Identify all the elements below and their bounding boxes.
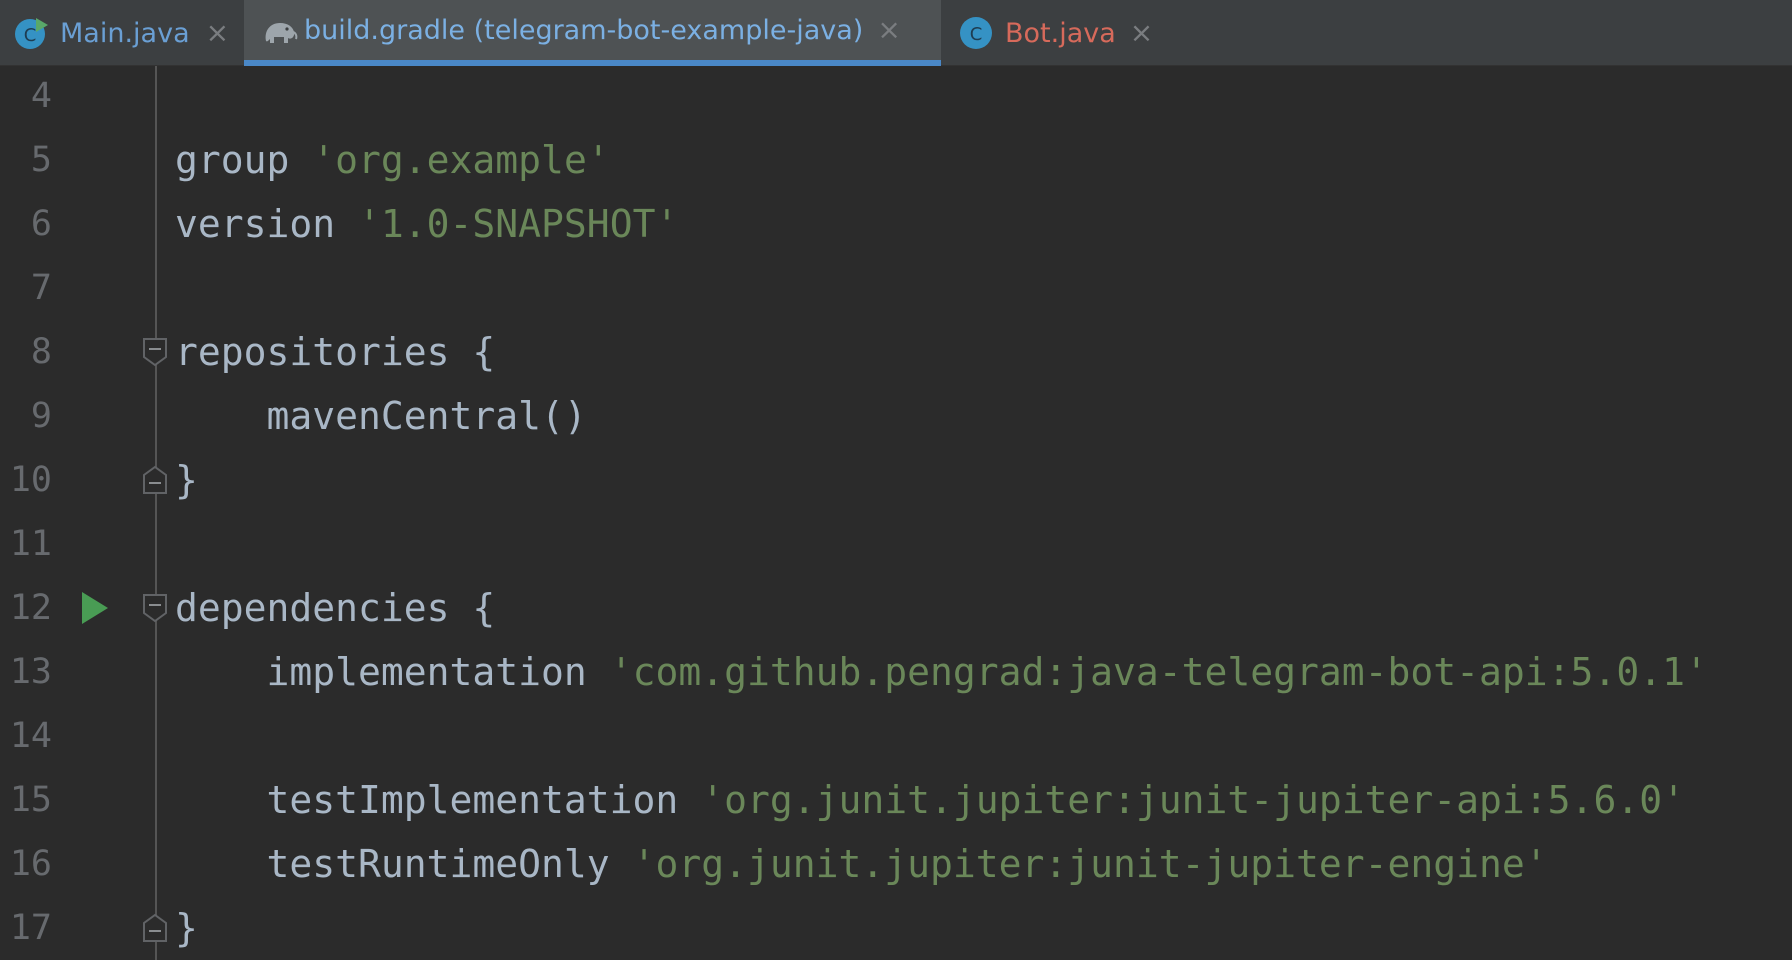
line-number: 12 (9, 588, 52, 628)
code-string: 'org.example' (312, 138, 610, 182)
code-line: 4 (0, 64, 1792, 128)
code-string: 'com.github.pengrad:java-telegram-bot-ap… (609, 650, 1708, 694)
code-line: 17 } (0, 896, 1792, 960)
run-gutter-icon[interactable] (80, 590, 110, 626)
fold-toggle-icon[interactable] (142, 593, 168, 623)
code-text: mavenCentral() (175, 384, 587, 448)
tab-label: build.gradle (telegram-bot-example-java) (304, 14, 864, 46)
svg-text:C: C (24, 25, 37, 46)
line-number: 13 (9, 652, 52, 692)
line-number: 5 (30, 140, 52, 180)
tab-label: Main.java (60, 17, 190, 49)
line-number: 11 (9, 524, 52, 564)
code-identifier: group (175, 138, 313, 182)
code-line: 15 testImplementation 'org.junit.jupiter… (0, 768, 1792, 832)
line-number: 6 (30, 204, 52, 244)
line-number: 16 (9, 844, 52, 884)
code-identifier: } (175, 906, 198, 950)
code-editor[interactable]: 4 5 group 'org.example' 6 version '1.0-S… (0, 66, 1792, 960)
code-text: } (175, 896, 198, 960)
fold-end-icon[interactable] (142, 913, 168, 943)
tab-bot-java[interactable]: C Bot.java × (941, 0, 1181, 66)
code-line: 5 group 'org.example' (0, 128, 1792, 192)
fold-end-icon[interactable] (142, 465, 168, 495)
code-line: 7 (0, 256, 1792, 320)
code-line: 12 dependencies { (0, 576, 1792, 640)
code-line: 8 repositories { (0, 320, 1792, 384)
code-text: repositories { (175, 320, 495, 384)
code-identifier: version (175, 202, 359, 246)
code-text: dependencies { (175, 576, 495, 640)
line-number: 9 (30, 396, 52, 436)
code-text: testImplementation 'org.junit.jupiter:ju… (175, 768, 1685, 832)
line-number: 4 (30, 76, 52, 116)
code-line: 6 version '1.0-SNAPSHOT' (0, 192, 1792, 256)
tab-main-java[interactable]: C Main.java × (0, 0, 244, 66)
fold-toggle-icon[interactable] (142, 337, 168, 367)
line-number: 7 (30, 268, 52, 308)
code-line: 10 } (0, 448, 1792, 512)
line-number: 17 (9, 908, 52, 948)
code-line: 13 implementation 'com.github.pengrad:ja… (0, 640, 1792, 704)
code-line: 16 testRuntimeOnly 'org.junit.jupiter:ju… (0, 832, 1792, 896)
code-text: implementation 'com.github.pengrad:java-… (175, 640, 1708, 704)
code-string: 'org.junit.jupiter:junit-jupiter-engine' (632, 842, 1548, 886)
code-identifier: dependencies { (175, 586, 496, 630)
code-line: 14 (0, 704, 1792, 768)
line-number: 8 (30, 332, 52, 372)
gradle-elephant-icon (260, 13, 298, 47)
code-text: version '1.0-SNAPSHOT' (175, 192, 678, 256)
code-string: '1.0-SNAPSHOT' (358, 202, 679, 246)
code-string: 'org.junit.jupiter:junit-jupiter-api:5.6… (701, 778, 1685, 822)
tab-label: Bot.java (1005, 17, 1116, 49)
java-class-icon: C (959, 16, 993, 50)
line-number: 15 (9, 780, 52, 820)
code-identifier: testImplementation (175, 778, 702, 822)
close-icon[interactable]: × (206, 19, 229, 47)
tab-build-gradle[interactable]: build.gradle (telegram-bot-example-java)… (244, 0, 941, 66)
code-line: 11 (0, 512, 1792, 576)
code-identifier: testRuntimeOnly (175, 842, 633, 886)
java-class-runnable-icon: C (14, 16, 48, 50)
code-text: } (175, 448, 198, 512)
code-identifier: } (175, 458, 198, 502)
code-text: group 'org.example' (175, 128, 610, 192)
code-identifier: mavenCentral() (175, 394, 587, 438)
line-number: 10 (9, 460, 52, 500)
svg-text:C: C (970, 24, 983, 45)
close-icon[interactable]: × (877, 16, 900, 44)
editor-tab-bar: C Main.java × build.gradle (telegram-bot… (0, 0, 1792, 66)
close-icon[interactable]: × (1130, 19, 1153, 47)
line-number: 14 (9, 716, 52, 756)
code-identifier: repositories { (175, 330, 496, 374)
code-identifier: implementation (175, 650, 610, 694)
code-line: 9 mavenCentral() (0, 384, 1792, 448)
code-text: testRuntimeOnly 'org.junit.jupiter:junit… (175, 832, 1548, 896)
